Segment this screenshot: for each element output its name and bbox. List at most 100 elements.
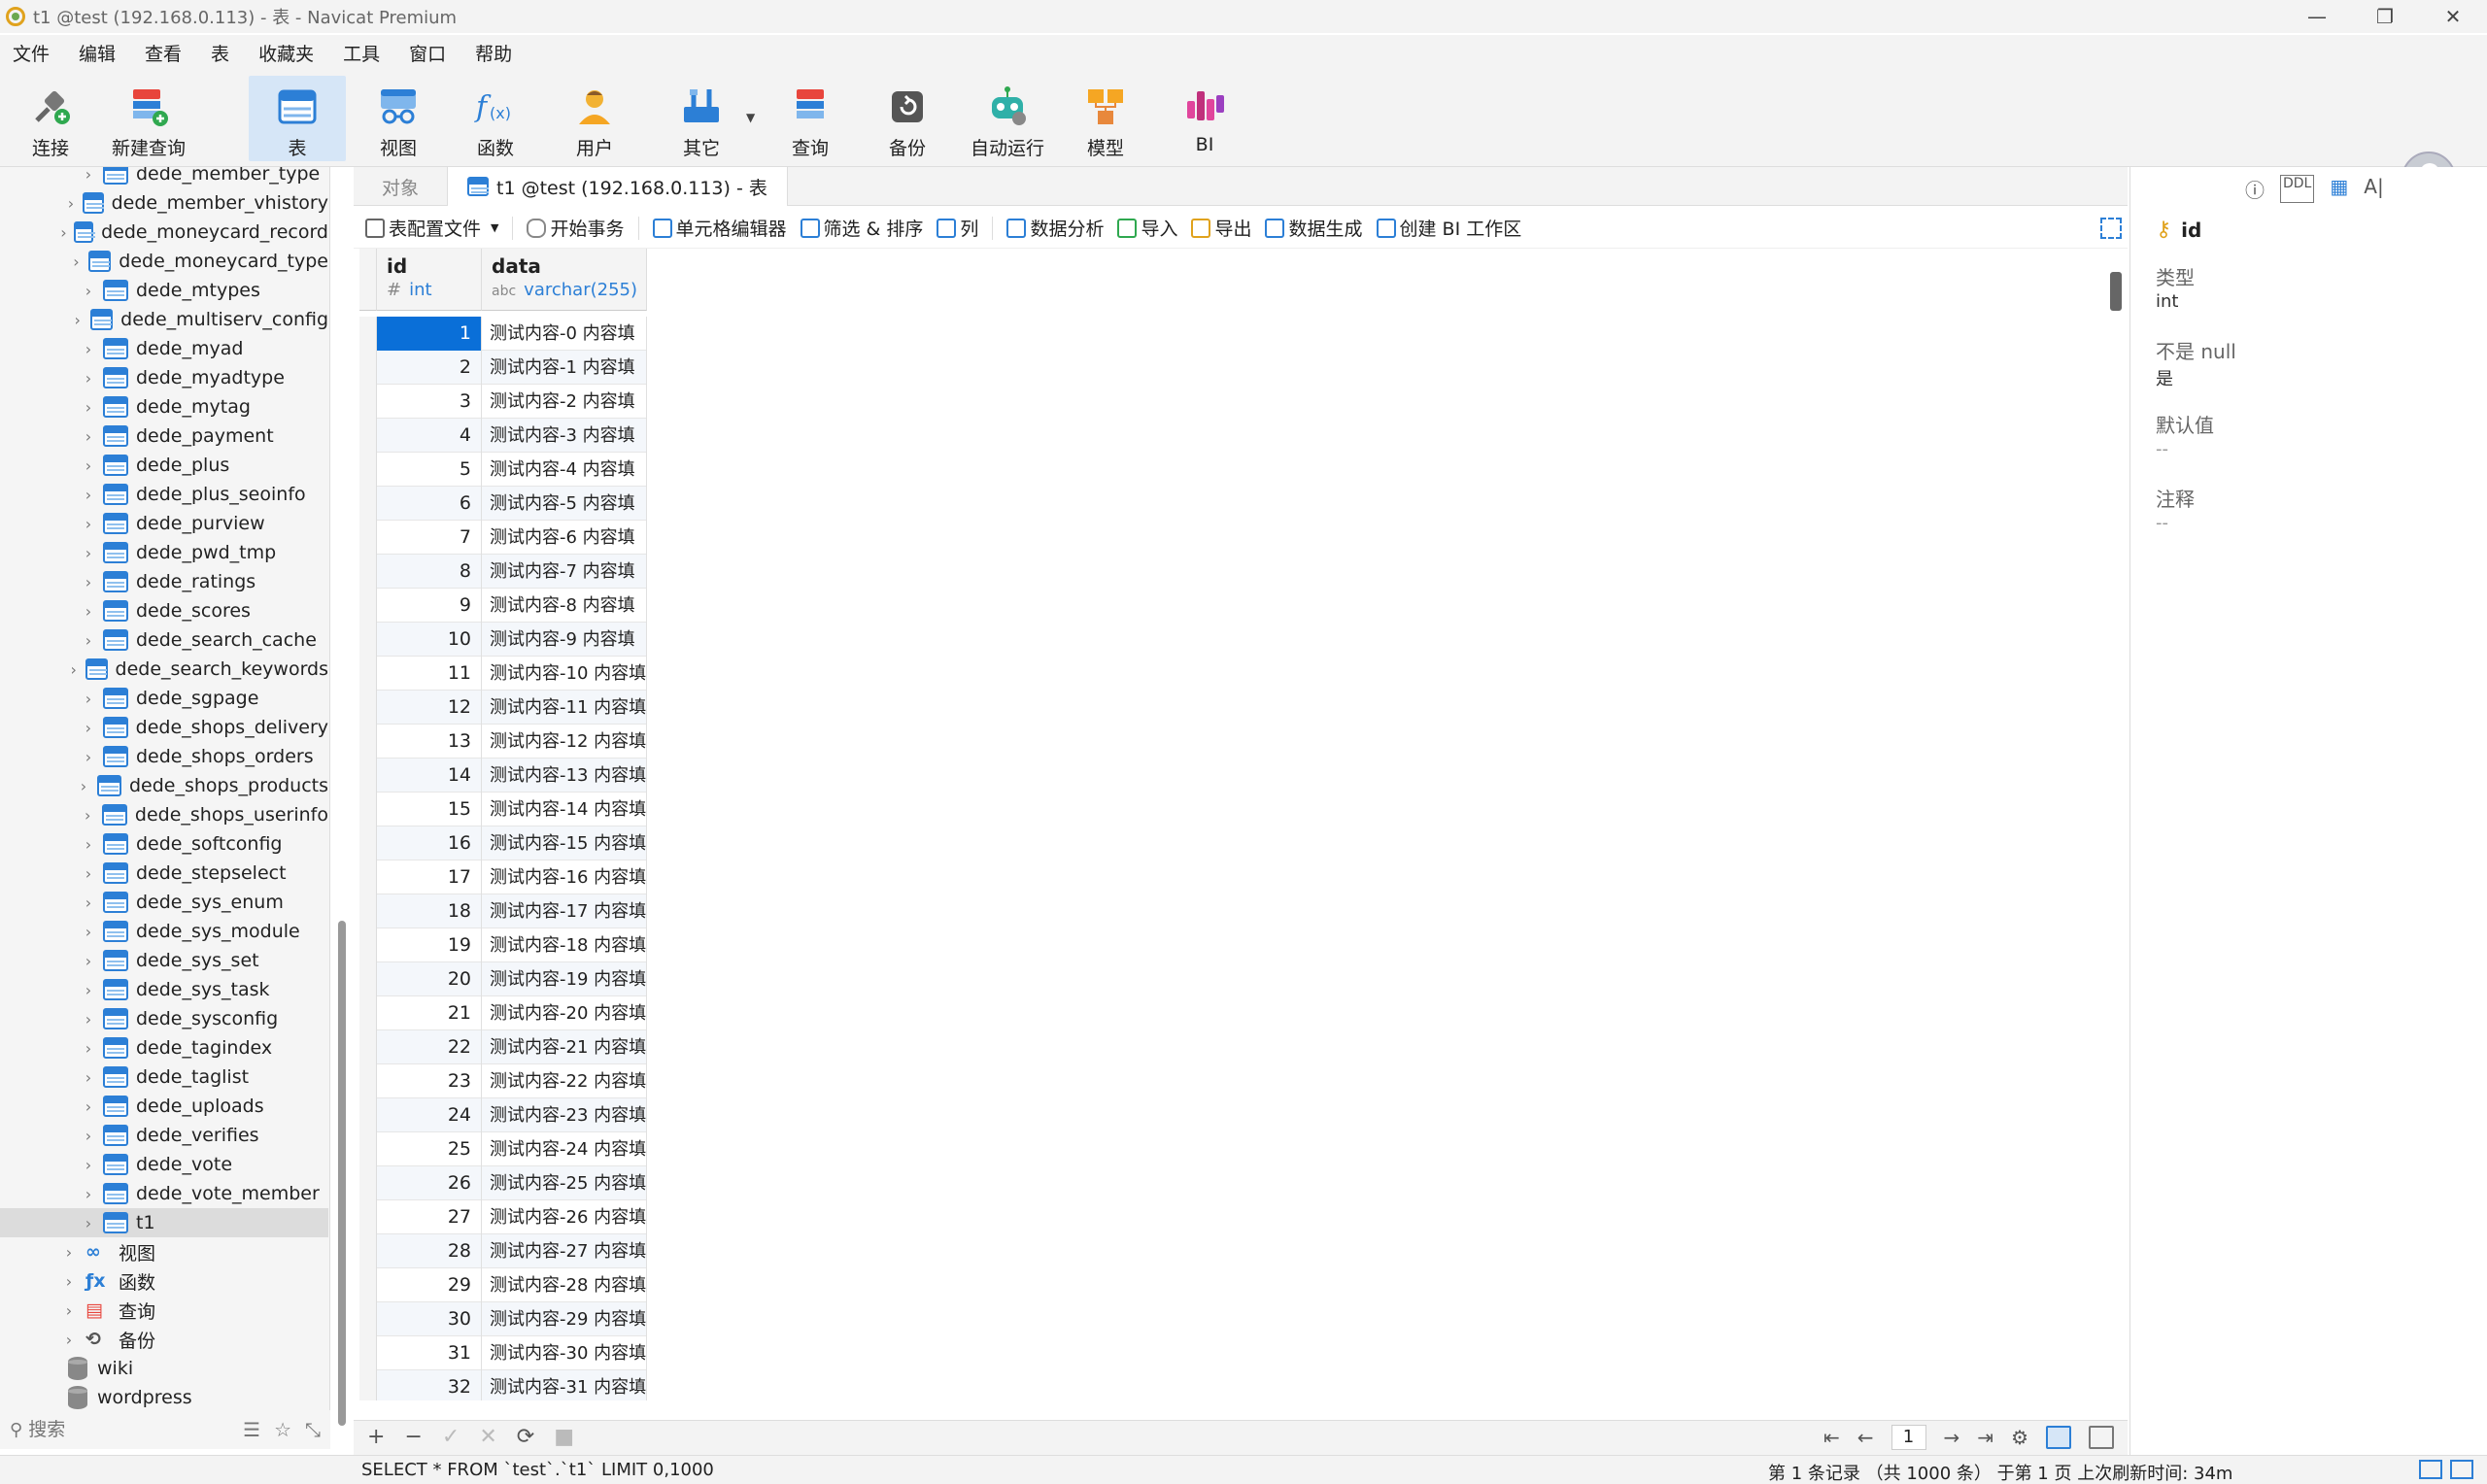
chevron-right-icon[interactable]: ›	[82, 1039, 95, 1058]
row-marker[interactable]	[359, 725, 377, 759]
chevron-right-icon[interactable]: ›	[81, 806, 94, 825]
table-row[interactable]: 25 测试内容-24 内容填	[359, 1132, 647, 1166]
sidebar-item-dede-sgpage[interactable]: › dede_sgpage	[0, 684, 328, 713]
toggle-right-panel-icon[interactable]	[2450, 1460, 2473, 1479]
row-marker[interactable]	[359, 996, 377, 1030]
view-button[interactable]: 视图	[369, 76, 427, 161]
row-marker[interactable]	[359, 826, 377, 860]
cell-id[interactable]: 24	[377, 1098, 482, 1132]
sidebar-item-dede-moneycard-type[interactable]: › dede_moneycard_type	[0, 247, 328, 276]
table-row[interactable]: 21 测试内容-20 内容填	[359, 996, 647, 1030]
cell-id[interactable]: 7	[377, 521, 482, 555]
cell-id[interactable]: 18	[377, 894, 482, 928]
chevron-right-icon[interactable]: ›	[58, 223, 68, 242]
chevron-right-icon[interactable]: ›	[70, 253, 82, 271]
row-marker[interactable]	[359, 623, 377, 657]
sidebar-search-input[interactable]	[28, 1419, 204, 1440]
cell-data[interactable]: 测试内容-4 内容填	[482, 453, 647, 487]
cell-data[interactable]: 测试内容-15 内容填	[482, 826, 647, 860]
chevron-right-icon[interactable]: ›	[82, 864, 95, 883]
cell-id[interactable]: 5	[377, 453, 482, 487]
filter-sort-button[interactable]: 筛选 & 排序	[800, 215, 923, 241]
cell-id[interactable]: 10	[377, 623, 482, 657]
table-row[interactable]: 20 测试内容-19 内容填	[359, 962, 647, 996]
row-marker[interactable]	[359, 1200, 377, 1234]
table-row[interactable]: 4 测试内容-3 内容填	[359, 419, 647, 453]
cell-id[interactable]: 25	[377, 1132, 482, 1166]
row-marker[interactable]	[359, 1336, 377, 1370]
sidebar-group-2[interactable]: › ▤ 查询	[0, 1296, 328, 1325]
menu-favorites[interactable]: 收藏夹	[246, 40, 330, 66]
cell-data[interactable]: 测试内容-25 内容填	[482, 1166, 647, 1200]
sidebar-group-0[interactable]: › ∞ 视图	[0, 1237, 328, 1266]
row-marker[interactable]	[359, 657, 377, 691]
cell-data[interactable]: 测试内容-19 内容填	[482, 962, 647, 996]
sidebar-item-dede-shops-products[interactable]: › dede_shops_products	[0, 771, 328, 800]
prev-page-icon[interactable]: ←	[1857, 1426, 1874, 1449]
cell-data[interactable]: 测试内容-9 内容填	[482, 623, 647, 657]
cell-id[interactable]: 14	[377, 759, 482, 793]
columns-button[interactable]: 列	[937, 215, 978, 241]
sidebar-item-dede-plus-seoinfo[interactable]: › dede_plus_seoinfo	[0, 480, 328, 509]
begin-transaction-button[interactable]: 开始事务	[527, 215, 625, 241]
sidebar-item-dede-pwd-tmp[interactable]: › dede_pwd_tmp	[0, 538, 328, 567]
row-marker[interactable]	[359, 317, 377, 351]
cell-data[interactable]: 测试内容-5 内容填	[482, 487, 647, 521]
column-header-data[interactable]: data abc varchar(255)	[482, 249, 647, 311]
expand-icon[interactable]	[2100, 218, 2122, 239]
export-button[interactable]: 导出	[1191, 215, 1251, 241]
chevron-right-icon[interactable]: ›	[82, 1010, 95, 1029]
table-row[interactable]: 16 测试内容-15 内容填	[359, 826, 647, 860]
row-marker[interactable]	[359, 1030, 377, 1064]
cell-data[interactable]: 测试内容-18 内容填	[482, 928, 647, 962]
cell-data[interactable]: 测试内容-0 内容填	[482, 317, 647, 351]
table-row[interactable]: 32 测试内容-31 内容填	[359, 1370, 647, 1400]
cell-data[interactable]: 测试内容-2 内容填	[482, 385, 647, 419]
chevron-right-icon[interactable]: ›	[82, 1127, 95, 1145]
chevron-right-icon[interactable]: ›	[77, 777, 89, 795]
cell-id[interactable]: 26	[377, 1166, 482, 1200]
chevron-right-icon[interactable]: ›	[82, 544, 95, 562]
sidebar-item-dede-shops-userinfo[interactable]: › dede_shops_userinfo	[0, 800, 328, 829]
table-row[interactable]: 8 测试内容-7 内容填	[359, 555, 647, 589]
sidebar-scrollbar[interactable]	[338, 921, 346, 1426]
close-button[interactable]: ✕	[2419, 0, 2487, 33]
chevron-right-icon[interactable]: ›	[82, 1156, 95, 1174]
chevron-right-icon[interactable]: ›	[82, 835, 95, 854]
sidebar-item-dede-vote-member[interactable]: › dede_vote_member	[0, 1179, 328, 1208]
chevron-right-icon[interactable]: ›	[82, 427, 95, 446]
row-marker[interactable]	[359, 759, 377, 793]
cell-data[interactable]: 测试内容-21 内容填	[482, 1030, 647, 1064]
table-row[interactable]: 18 测试内容-17 内容填	[359, 894, 647, 928]
table-row[interactable]: 7 测试内容-6 内容填	[359, 521, 647, 555]
menu-edit[interactable]: 编辑	[66, 40, 132, 66]
cell-data[interactable]: 测试内容-26 内容填	[482, 1200, 647, 1234]
sidebar-item-dede-mtypes[interactable]: › dede_mtypes	[0, 276, 328, 305]
sidebar-item-dede-sys-enum[interactable]: › dede_sys_enum	[0, 888, 328, 917]
grid-icon[interactable]: ▦	[2330, 175, 2348, 203]
cell-id[interactable]: 31	[377, 1336, 482, 1370]
next-page-icon[interactable]: →	[1944, 1426, 1960, 1449]
cell-data[interactable]: 测试内容-17 内容填	[482, 894, 647, 928]
sidebar-item-dede-ratings[interactable]: › dede_ratings	[0, 567, 328, 596]
cell-id[interactable]: 32	[377, 1370, 482, 1400]
bi-button[interactable]: BI	[1175, 76, 1234, 161]
sidebar-item-dede-search-keywords[interactable]: › dede_search_keywords	[0, 655, 328, 684]
cell-data[interactable]: 测试内容-23 内容填	[482, 1098, 647, 1132]
cell-id[interactable]: 29	[377, 1268, 482, 1302]
table-button[interactable]: 表	[249, 76, 346, 161]
cell-data[interactable]: 测试内容-1 内容填	[482, 351, 647, 385]
row-marker[interactable]	[359, 894, 377, 928]
row-marker[interactable]	[359, 1302, 377, 1336]
sidebar-item-dede-search-cache[interactable]: › dede_search_cache	[0, 625, 328, 655]
query-button[interactable]: 查询	[781, 76, 839, 161]
minimize-button[interactable]: —	[2283, 0, 2351, 33]
user-button[interactable]: 用户	[565, 76, 624, 161]
table-row[interactable]: 3 测试内容-2 内容填	[359, 385, 647, 419]
data-generation-button[interactable]: 数据生成	[1265, 215, 1363, 241]
sidebar-item-dede-scores[interactable]: › dede_scores	[0, 596, 328, 625]
sidebar-item-dede-shops-delivery[interactable]: › dede_shops_delivery	[0, 713, 328, 742]
table-row[interactable]: 17 测试内容-16 内容填	[359, 860, 647, 894]
cell-id[interactable]: 15	[377, 793, 482, 826]
cell-id[interactable]: 9	[377, 589, 482, 623]
